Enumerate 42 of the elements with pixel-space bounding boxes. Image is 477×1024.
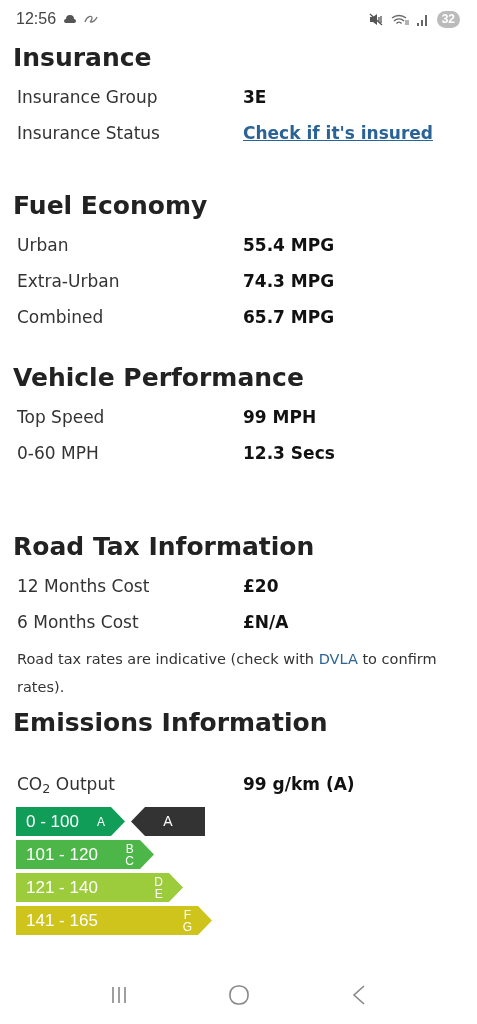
cloud-icon	[64, 15, 77, 23]
field-value: 99 g/km (A)	[243, 773, 355, 797]
field-value: 3E	[243, 86, 267, 110]
signal-icon	[416, 12, 429, 26]
field-value: £20	[243, 575, 279, 599]
emission-band: 141 - 165 F G	[16, 906, 212, 935]
field-value: 55.4 MPG	[243, 234, 335, 258]
section-heading: Road Tax Information	[13, 531, 316, 563]
squiggle-icon	[84, 15, 99, 23]
field-value: £N/A	[243, 611, 289, 635]
recent-apps-icon[interactable]	[110, 986, 127, 1004]
section-heading: Emissions Information	[13, 707, 329, 739]
field-label: Insurance Status	[17, 122, 161, 146]
wifi-icon	[390, 12, 409, 26]
field-value: 99 MPH	[243, 406, 317, 430]
field-label: 6 Months Cost	[17, 611, 140, 635]
emission-band: 0 - 100 A	[16, 807, 125, 836]
road-tax-note: Road tax rates are indicative (check with DVLA to confirm rates).	[16, 650, 438, 697]
emission-band: 101 - 120 B C	[16, 840, 154, 869]
field-label: CO$_{2}$ Output	[17, 773, 116, 798]
field-value: 65.7 MPG	[243, 306, 335, 330]
field-value: 74.3 MPG	[243, 270, 335, 294]
section-heading: Fuel Economy	[13, 190, 209, 222]
field-label: 0-60 MPH	[17, 442, 100, 466]
field-label: Extra-Urban	[17, 270, 121, 294]
field-value: 12.3 Secs	[243, 442, 335, 466]
insurance-check-link[interactable]: Check if it's insured	[243, 121, 433, 147]
dvla-link[interactable]: DVLA	[318, 651, 358, 667]
mute-icon	[368, 12, 383, 26]
field-label: Urban	[17, 234, 70, 258]
rating-marker: A	[131, 807, 205, 836]
battery-level: 32	[436, 10, 460, 28]
home-icon[interactable]	[228, 984, 251, 1006]
section-heading: Vehicle Performance	[13, 362, 305, 394]
clock-time: 12:56	[16, 9, 57, 29]
field-label: 12 Months Cost	[17, 575, 151, 599]
field-label: Combined	[17, 306, 105, 330]
emission-band: 121 - 140 D E	[16, 873, 183, 902]
section-heading: Insurance	[13, 42, 153, 74]
field-label: Top Speed	[17, 406, 106, 430]
field-label: Insurance Group	[17, 86, 159, 110]
back-icon[interactable]	[352, 985, 367, 1005]
